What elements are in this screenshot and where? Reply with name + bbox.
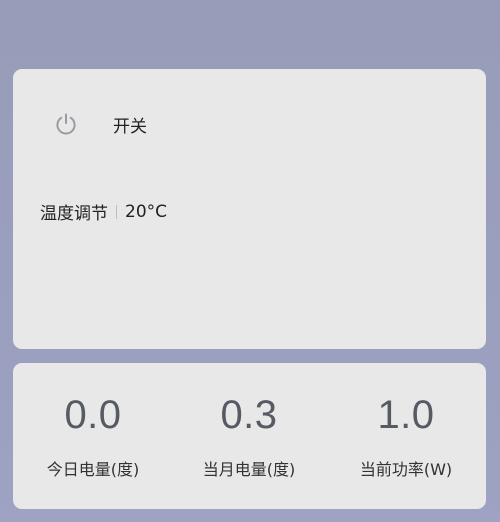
temperature-row: 温度调节 20°C: [40, 199, 167, 225]
stat-label: 当前功率(W): [359, 460, 453, 479]
power-row: 开关: [53, 109, 147, 139]
stat-value: 1.0: [377, 393, 435, 437]
stat-label: 今日电量(度): [46, 460, 140, 479]
stats-card: 0.0 今日电量(度) 0.3 当月电量(度) 1.0 当前功率(W): [13, 363, 486, 509]
power-label: 开关: [113, 116, 147, 137]
stat-label: 当月电量(度): [202, 460, 296, 479]
power-icon[interactable]: [53, 111, 79, 137]
temperature-label: 温度调节: [40, 204, 108, 224]
stat-value: 0.3: [220, 393, 278, 437]
temperature-value[interactable]: 20°C: [125, 202, 167, 222]
control-card: 开关 温度调节 20°C: [13, 69, 486, 349]
stat-value: 0.0: [64, 393, 122, 437]
temperature-divider: [116, 204, 117, 219]
